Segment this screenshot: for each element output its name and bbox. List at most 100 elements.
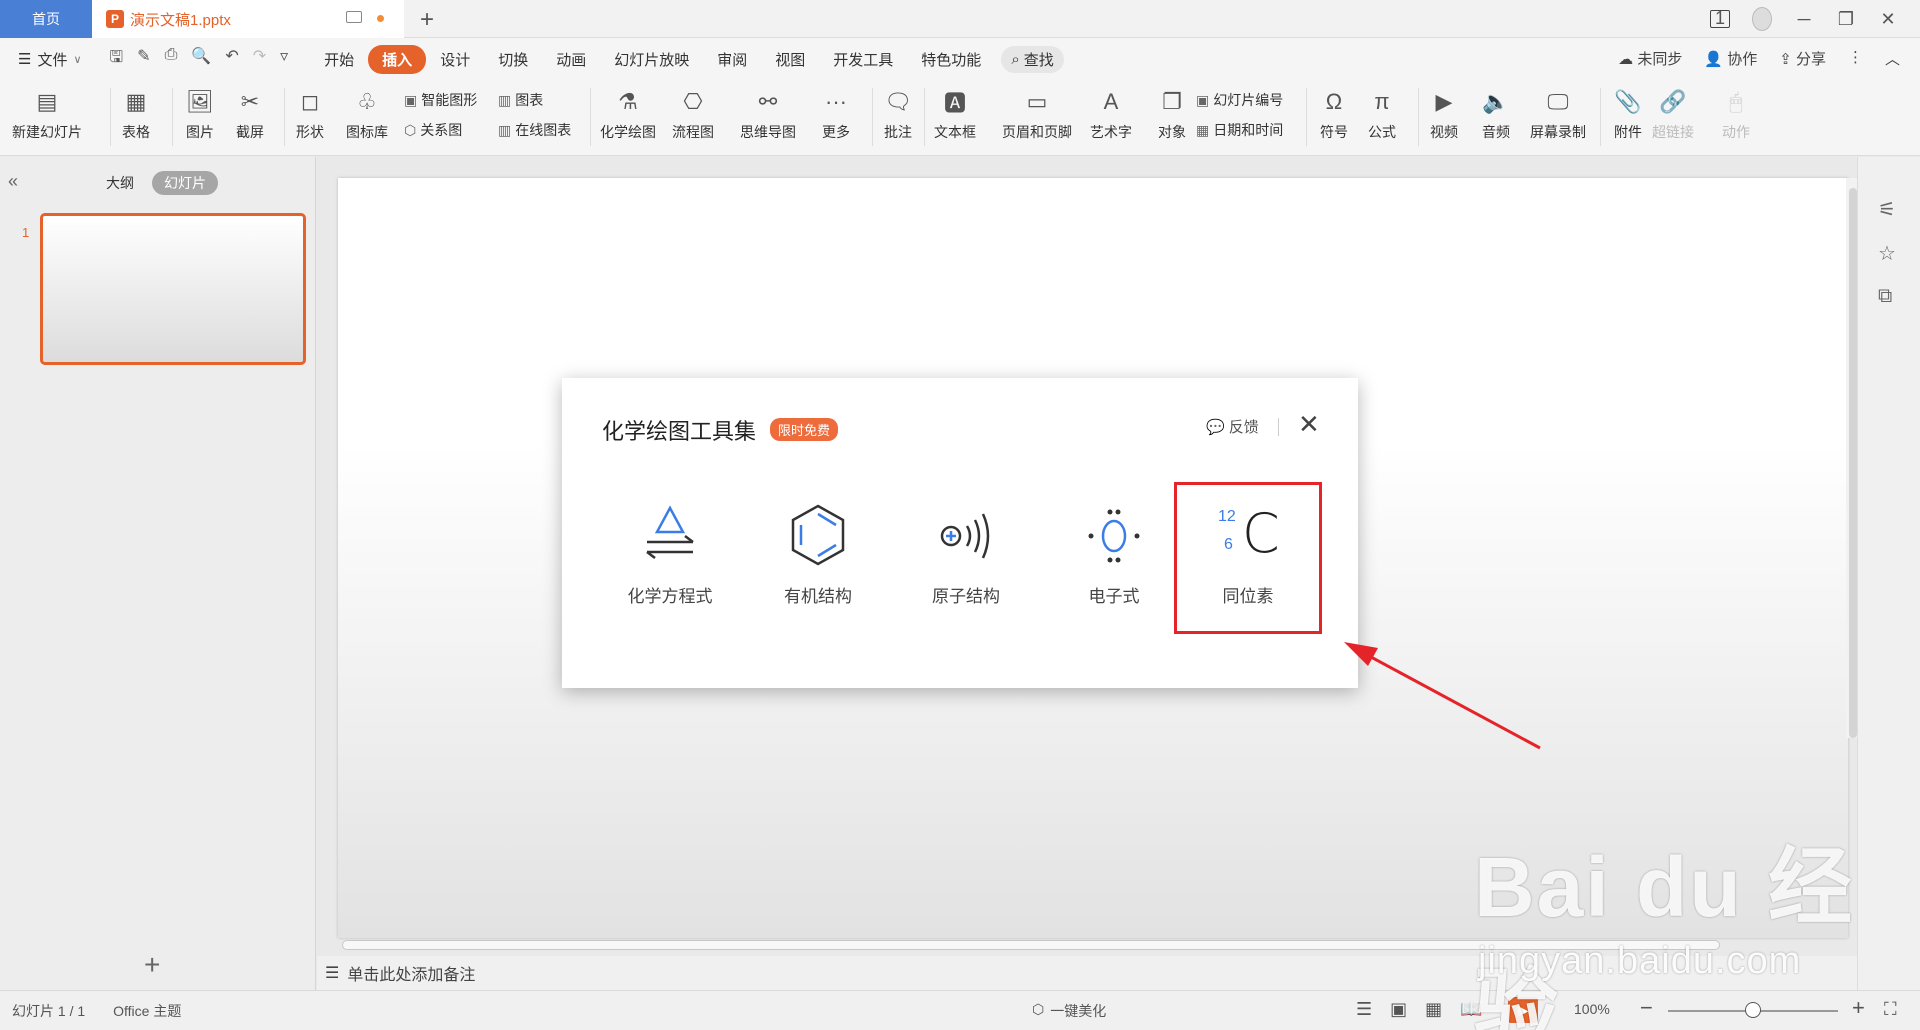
tab-slides[interactable]: 幻灯片 xyxy=(152,171,218,195)
ribbon-insert: ▤ 新建幻灯片 ▦ 表格 🖼 图片 ✂ 截屏 ◻ 形状 ♧ 图标库 ▣ 智能图形 ⬡ 关系图 ▥… xyxy=(0,80,1920,156)
formula-button[interactable]: π 公式 xyxy=(1366,86,1398,142)
datetime-button[interactable]: ▦ 日期和时间 xyxy=(1196,120,1283,140)
redo-icon[interactable]: ↷ xyxy=(253,46,266,73)
hyperlink-button[interactable]: 🔗 超链接 xyxy=(1652,86,1694,142)
sync-label: 未同步 xyxy=(1637,51,1683,68)
mindmap-label: 思维导图 xyxy=(740,124,796,140)
header-footer-button[interactable]: ▭ 页眉和页脚 xyxy=(1002,86,1072,142)
tool-organic-structure[interactable]: 有机结构 xyxy=(744,500,892,607)
table-button[interactable]: ▦ 表格 xyxy=(120,86,152,142)
wordart-button[interactable]: A 艺术字 xyxy=(1090,86,1132,142)
new-tab-button[interactable]: + xyxy=(420,6,434,34)
menu-slideshow[interactable]: 幻灯片放映 xyxy=(600,45,703,74)
slide-number-button[interactable]: ▣ 幻灯片编号 xyxy=(1196,90,1283,110)
menu-transition[interactable]: 切换 xyxy=(484,45,542,74)
tab-document[interactable]: P 演示文稿1.pptx xyxy=(92,0,404,38)
dialog-title: 化学绘图工具集 xyxy=(602,419,757,444)
close-window-icon[interactable]: ✕ xyxy=(1878,9,1898,30)
add-slide-button[interactable]: + xyxy=(144,949,160,981)
sorter-view-icon[interactable]: ▦ xyxy=(1425,999,1442,1020)
menu-insert[interactable]: 插入 xyxy=(368,44,427,74)
chart-button[interactable]: ▥ 图表 xyxy=(498,90,543,110)
scroll-thumb[interactable] xyxy=(1849,188,1857,738)
action-button[interactable]: 🖱 动作 xyxy=(1720,86,1752,142)
page-count-icon[interactable]: 1 xyxy=(1710,9,1730,28)
restore-icon[interactable]: ❐ xyxy=(1836,9,1856,30)
screenshot-button[interactable]: ✂ 截屏 xyxy=(234,86,266,142)
symbol-button[interactable]: Ω 符号 xyxy=(1318,86,1350,142)
notes-placeholder[interactable]: 单击此处添加备注 xyxy=(347,961,475,985)
relation-button[interactable]: ⬡ 关系图 xyxy=(404,120,462,140)
save-icon[interactable]: 🖫 xyxy=(110,46,124,73)
picture-button[interactable]: 🖼 图片 xyxy=(184,86,216,142)
avatar[interactable] xyxy=(1752,7,1772,31)
slide-thumbnail[interactable] xyxy=(40,213,306,365)
flowchart-button[interactable]: ⎔ 流程图 xyxy=(672,86,714,142)
screen-record-button[interactable]: 🖵 屏幕录制 xyxy=(1530,86,1586,142)
more-button[interactable]: ··· 更多 xyxy=(820,86,852,142)
undo-icon[interactable]: ↶ xyxy=(225,46,238,73)
menu-view[interactable]: 视图 xyxy=(761,45,819,74)
file-menu-label: 文件 xyxy=(37,51,68,69)
smart-shape-button[interactable]: ▣ 智能图形 xyxy=(404,90,477,110)
feedback-button[interactable]: 💬 反馈 xyxy=(1206,416,1259,437)
share-button[interactable]: ⇪ 分享 xyxy=(1779,48,1826,69)
properties-icon[interactable]: ⚟ xyxy=(1878,197,1896,222)
online-chart-icon: ▥ xyxy=(498,121,512,138)
slide-number-icon: ▣ xyxy=(1196,91,1210,108)
collapse-panel-icon[interactable]: « xyxy=(8,171,18,192)
icon-lib-button[interactable]: ♧ 图标库 xyxy=(346,86,388,142)
header-footer-label: 页眉和页脚 xyxy=(1002,124,1072,140)
close-dialog-icon[interactable]: ✕ xyxy=(1298,409,1320,440)
document-name: 演示文稿1.pptx xyxy=(130,11,231,29)
view-switcher: ☰ ▣ ▦ 📖 xyxy=(1356,999,1483,1020)
comment-button[interactable]: 🗨 批注 xyxy=(882,86,914,142)
menu-design[interactable]: 设计 xyxy=(426,45,484,74)
divider xyxy=(1600,88,1601,146)
star-icon[interactable]: ☆ xyxy=(1878,241,1896,266)
customize-icon[interactable]: ▿ xyxy=(280,46,288,73)
textbox-button[interactable]: 🅰 文本框 xyxy=(934,86,976,142)
transition-icon[interactable]: ⧉ xyxy=(1878,285,1892,308)
sync-button[interactable]: ☁ 未同步 xyxy=(1618,48,1682,69)
menu-animation[interactable]: 动画 xyxy=(542,45,600,74)
online-chart-button[interactable]: ▥ 在线图表 xyxy=(498,120,571,140)
menu-developer[interactable]: 开发工具 xyxy=(819,45,907,74)
tab-outline[interactable]: 大纲 xyxy=(100,171,140,195)
tool-electron-formula[interactable]: 电子式 xyxy=(1040,500,1188,607)
collab-button[interactable]: 👤 协作 xyxy=(1704,48,1757,69)
audio-button[interactable]: 🔈 音频 xyxy=(1480,86,1512,142)
collapse-ribbon-icon[interactable]: ︿ xyxy=(1885,48,1900,69)
chem-draw-button[interactable]: ⚗ 化学绘图 xyxy=(600,86,656,142)
hamburger-icon: ☰ xyxy=(18,51,32,68)
mouse-icon: 🖱 xyxy=(1729,89,1743,114)
share-label: 分享 xyxy=(1795,51,1826,68)
video-button[interactable]: ▶ 视频 xyxy=(1428,86,1460,142)
print-icon[interactable]: ⎙ xyxy=(165,46,178,73)
mindmap-button[interactable]: ⚯ 思维导图 xyxy=(740,86,796,142)
object-button[interactable]: ❐ 对象 xyxy=(1156,86,1188,142)
normal-view-icon[interactable]: ▣ xyxy=(1390,999,1407,1020)
format-painter-icon[interactable]: ✎ xyxy=(137,46,150,73)
slide-panel: « 大纲 幻灯片 1 + xyxy=(0,157,316,990)
minimize-icon[interactable]: ─ xyxy=(1794,9,1814,30)
file-menu[interactable]: ☰ 文件 ∨ xyxy=(18,49,82,70)
menu-start[interactable]: 开始 xyxy=(310,45,368,74)
menu-features[interactable]: 特色功能 xyxy=(907,45,995,74)
tool-chemical-equation[interactable]: 化学方程式 xyxy=(596,500,744,607)
menu-review[interactable]: 审阅 xyxy=(703,45,761,74)
theme-name[interactable]: Office 主题 xyxy=(113,1001,181,1021)
notes-view-icon[interactable]: ☰ xyxy=(1356,999,1372,1020)
tool-atomic-structure[interactable]: 原子结构 xyxy=(892,500,1040,607)
hyperlink-label: 超链接 xyxy=(1652,124,1694,140)
tab-home[interactable]: 首页 xyxy=(0,0,92,38)
monitor-icon[interactable] xyxy=(346,11,362,23)
print-preview-icon[interactable]: 🔍 xyxy=(191,46,211,73)
attachment-button[interactable]: 📎 附件 xyxy=(1612,86,1644,142)
beautify-button[interactable]: ⬡ 一键美化 xyxy=(1032,1001,1106,1021)
menu-items: 开始 插入 设计 切换 动画 幻灯片放映 审阅 视图 开发工具 特色功能 xyxy=(310,44,995,74)
search-button[interactable]: ⌕ 查找 xyxy=(1001,45,1064,73)
more-icon[interactable]: ⋮ xyxy=(1848,48,1863,69)
shape-button[interactable]: ◻ 形状 xyxy=(294,86,326,142)
new-slide-button[interactable]: ▤ 新建幻灯片 xyxy=(12,86,82,142)
